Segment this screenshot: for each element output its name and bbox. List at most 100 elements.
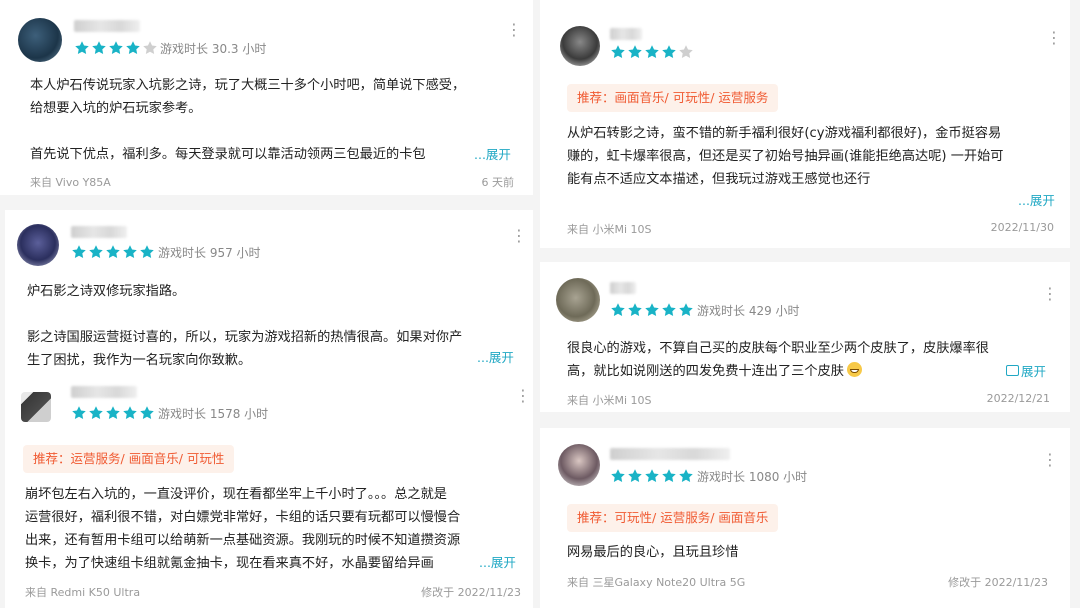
review-line	[27, 303, 462, 326]
tag-value: 画面音乐/ 可玩性/ 运营服务	[614, 90, 769, 105]
more-vertical-icon[interactable]: ⋮	[515, 388, 531, 404]
review-body: 崩坏包左右入坑的，一直没评价，现在看都坐牢上千小时了。。。总之就是 运营很好，福…	[25, 483, 460, 575]
expand-link[interactable]: ...展开	[1014, 190, 1055, 209]
expand-link[interactable]: ...展开	[470, 144, 511, 163]
rating-stars	[610, 302, 694, 318]
review-line: 影之诗国服运营挺讨喜的，所以，玩家为游戏招新的热情很高。如果对你产	[27, 330, 463, 345]
review-card: 游戏时长 30.3 小时 ⋮ 本人炉石传说玩家入坑影之诗，玩了大概三十多个小时吧…	[0, 0, 533, 195]
avatar[interactable]	[556, 278, 600, 322]
more-vertical-icon[interactable]: ⋮	[1042, 452, 1058, 468]
star-icon	[611, 469, 625, 482]
username-blurred[interactable]	[71, 386, 137, 398]
playtime: 游戏时长 957 小时	[158, 246, 261, 260]
star-icon	[628, 45, 642, 58]
avatar[interactable]	[18, 18, 62, 62]
star-icon	[611, 303, 625, 316]
avatar[interactable]	[560, 26, 600, 66]
review-date: 6 天前	[481, 176, 515, 189]
review-card: ⋮ 推荐：画面音乐/ 可玩性/ 运营服务 从炉石转影之诗，蛮不错的新手福利很好(…	[540, 0, 1070, 248]
review-line: 给想要入坑的炉石玩家参考。	[30, 101, 202, 116]
more-vertical-icon[interactable]: ⋮	[1046, 30, 1062, 46]
expand-label[interactable]: 展开	[1021, 361, 1046, 380]
star-icon	[72, 245, 86, 258]
star-icon	[628, 303, 642, 316]
rating-stars	[71, 244, 155, 260]
review-body: 网易最后的良心，且玩且珍惜	[567, 541, 738, 564]
device-label: 来自 三星Galaxy Note20 Ultra 5G	[567, 576, 746, 589]
star-icon	[140, 245, 154, 258]
review-card: 游戏时长 1080 小时 ⋮ 推荐：可玩性/ 运营服务/ 画面音乐 网易最后的良…	[540, 428, 1070, 608]
review-card: 游戏时长 429 小时 ⋮ 很良心的游戏，不算自己买的皮肤每个职业至少两个皮肤了…	[540, 262, 1070, 412]
tag-label: 推荐：	[577, 510, 615, 525]
avatar[interactable]	[17, 224, 59, 266]
expand-link[interactable]: ...展开	[473, 347, 514, 366]
review-body: 从炉石转影之诗，蛮不错的新手福利很好(cy游戏福利都很好)，金币挺容易 赚的，虹…	[567, 122, 1003, 191]
star-icon	[75, 41, 89, 54]
review-body: 炉石影之诗双修玩家指路。 影之诗国服运营挺讨喜的，所以，玩家为游戏招新的热情很高…	[27, 280, 462, 372]
review-body: 本人炉石传说玩家入坑影之诗，玩了大概三十多个小时吧，简单说下感受， 给想要入坑的…	[30, 74, 465, 166]
star-icon	[126, 41, 140, 54]
star-icon	[662, 469, 676, 482]
review-line: 崩坏包左右入坑的，一直没评价，现在看都坐牢上千小时了。。。总之就是	[25, 487, 447, 502]
star-icon	[611, 45, 625, 58]
device-label: 来自 小米Mi 10S	[567, 223, 652, 236]
tag-label: 推荐：	[33, 451, 71, 466]
recommend-tag: 推荐：可玩性/ 运营服务/ 画面音乐	[567, 504, 779, 532]
star-icon	[645, 303, 659, 316]
star-icon	[72, 406, 86, 419]
rating-stars	[610, 44, 694, 60]
more-vertical-icon[interactable]: ⋮	[511, 228, 527, 244]
grin-emoji-icon	[846, 362, 862, 377]
star-icon	[106, 406, 120, 419]
expand-link[interactable]: ...展开	[475, 552, 516, 571]
username-blurred[interactable]	[71, 226, 127, 238]
review-date: 2022/12/21	[986, 392, 1050, 405]
rating-stars	[610, 468, 694, 484]
tag-label: 推荐：	[577, 90, 615, 105]
review-date: 修改于 2022/11/23	[948, 576, 1048, 589]
star-icon	[628, 469, 642, 482]
playtime: 游戏时长 429 小时	[697, 304, 800, 318]
expand-link[interactable]: 展开	[1002, 361, 1047, 380]
more-vertical-icon[interactable]: ⋮	[1042, 286, 1058, 302]
star-icon	[662, 45, 676, 58]
review-line: 出来，还有暂用卡组可以给萌新一点基础资源。我刚玩的时候不知道攒资源	[25, 533, 461, 548]
star-icon	[89, 406, 103, 419]
username-blurred[interactable]	[610, 448, 730, 460]
avatar[interactable]	[558, 444, 600, 486]
recommend-tag: 推荐：运营服务/ 画面音乐/ 可玩性	[23, 445, 235, 473]
username-blurred[interactable]	[610, 282, 636, 294]
review-line: 很良心的游戏，不算自己买的皮肤每个职业至少两个皮肤了，皮肤爆率很	[567, 341, 989, 356]
playtime: 游戏时长 1080 小时	[697, 470, 808, 484]
tag-value: 运营服务/ 画面音乐/ 可玩性	[70, 451, 225, 466]
star-icon	[679, 303, 693, 316]
more-vertical-icon[interactable]: ⋮	[506, 22, 522, 38]
review-line: 从炉石转影之诗，蛮不错的新手福利很好(cy游戏福利都很好)，金币挺容易	[567, 126, 1002, 141]
review-line: 网易最后的良心，且玩且珍惜	[567, 545, 739, 560]
review-line: 高，就比如说刚送的四发免费十连出了三个皮肤	[567, 364, 844, 379]
star-icon	[140, 406, 154, 419]
review-line: 换卡，为了快速组卡组就氪金抽卡，现在看来真不好，水晶要留给异画	[25, 556, 434, 571]
review-line: 首先说下优点，福利多。每天登录就可以靠活动领两三包最近的卡包	[30, 147, 426, 162]
review-line: 生了困扰，我作为一名玩家向你致歉。	[27, 353, 252, 368]
recommend-tag: 推荐：画面音乐/ 可玩性/ 运营服务	[567, 84, 779, 112]
rating-stars	[74, 40, 158, 56]
review-body: 很良心的游戏，不算自己买的皮肤每个职业至少两个皮肤了，皮肤爆率很 高，就比如说刚…	[567, 337, 989, 383]
username-blurred[interactable]	[610, 28, 642, 40]
star-icon	[679, 45, 693, 58]
review-date: 修改于 2022/11/23	[421, 586, 521, 599]
tag-value: 可玩性/ 运营服务/ 画面音乐	[614, 510, 769, 525]
rating-stars	[71, 405, 155, 421]
device-label: 来自 Redmi K50 Ultra	[25, 586, 141, 599]
star-icon	[679, 469, 693, 482]
review-date: 2022/11/30	[990, 221, 1054, 234]
review-line: 炉石影之诗双修玩家指路。	[27, 284, 186, 299]
star-icon	[645, 45, 659, 58]
review-line: 本人炉石传说玩家入坑影之诗，玩了大概三十多个小时吧，简单说下感受，	[30, 78, 466, 93]
username-blurred[interactable]	[74, 20, 140, 32]
review-line: 运营很好，福利很不错，对白嫖党非常好，卡组的话只要有玩都可以慢慢合	[25, 510, 461, 525]
image-icon	[1006, 365, 1019, 376]
review-line	[30, 120, 465, 143]
device-label: 来自 小米Mi 10S	[567, 394, 652, 407]
avatar[interactable]	[21, 392, 51, 422]
